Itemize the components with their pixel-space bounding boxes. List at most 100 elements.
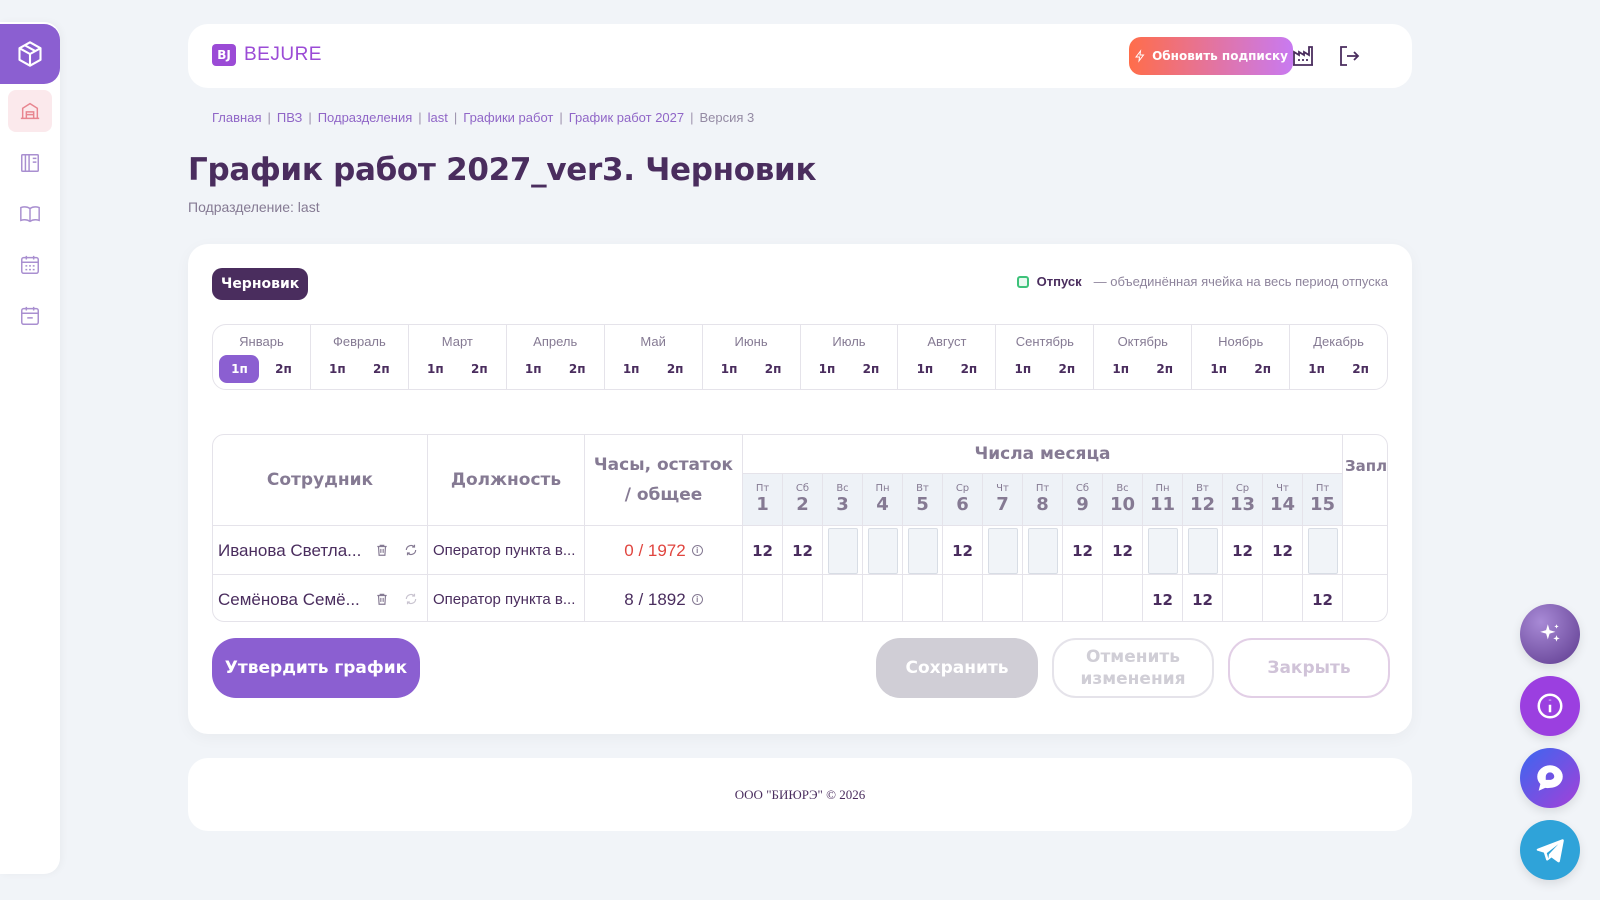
refresh-icon[interactable] — [403, 542, 419, 558]
half-month-tab[interactable]: 2п — [1145, 355, 1185, 383]
half-month-tab[interactable]: 2п — [263, 355, 303, 383]
trash-icon[interactable] — [374, 542, 390, 558]
info-button[interactable] — [1520, 676, 1580, 736]
day-cell[interactable] — [1063, 575, 1103, 621]
close-button[interactable]: Закрыть — [1228, 638, 1390, 698]
breadcrumb-home[interactable]: Главная — [212, 110, 261, 125]
day-cell[interactable]: 12 — [783, 526, 823, 575]
save-button[interactable]: Сохранить — [876, 638, 1038, 698]
day-cell[interactable]: 12 — [743, 526, 783, 575]
day-cell[interactable]: 12 — [1063, 526, 1103, 575]
factory-icon[interactable] — [1290, 43, 1316, 69]
trash-icon[interactable] — [374, 591, 390, 607]
day-cell[interactable]: 12 — [1303, 575, 1343, 621]
chat-button[interactable] — [1520, 748, 1580, 808]
position-label: Оператор пункта в... — [433, 542, 576, 559]
half-month-tab[interactable]: 1п — [415, 355, 455, 383]
breadcrumb-division[interactable]: last — [428, 110, 448, 125]
upgrade-subscription-button[interactable]: Обновить подписку — [1129, 37, 1293, 75]
half-month-tab[interactable]: 1п — [1003, 355, 1043, 383]
day-cell[interactable] — [1263, 575, 1303, 621]
month-name: Январь — [239, 334, 284, 349]
day-header: Пн 11 — [1143, 474, 1183, 525]
half-month-tab[interactable]: 1п — [709, 355, 749, 383]
day-cell[interactable] — [1023, 526, 1063, 575]
day-cell[interactable] — [1023, 575, 1063, 621]
half-month-tab[interactable]: 2п — [459, 355, 499, 383]
half-month-tab[interactable]: 1п — [611, 355, 651, 383]
half-month-tab[interactable]: 2п — [949, 355, 989, 383]
day-cell[interactable] — [983, 575, 1023, 621]
day-cell[interactable] — [1223, 575, 1263, 621]
day-cell[interactable] — [903, 526, 943, 575]
cube-logo-icon[interactable] — [0, 24, 60, 84]
day-cell[interactable]: 12 — [1223, 526, 1263, 575]
day-cell[interactable] — [903, 575, 943, 621]
day-cell[interactable]: 12 — [1183, 575, 1223, 621]
day-cell[interactable] — [863, 575, 903, 621]
day-cell[interactable] — [1143, 526, 1183, 575]
day-cell[interactable]: 12 — [943, 526, 983, 575]
info-icon[interactable]: i — [691, 545, 703, 556]
half-month-tab[interactable]: 1п — [513, 355, 553, 383]
half-month-tab[interactable]: 2п — [1243, 355, 1283, 383]
half-month-tab[interactable]: 2п — [1047, 355, 1087, 383]
half-month-tab[interactable]: 1п — [807, 355, 847, 383]
sidebar-item-library[interactable] — [8, 142, 52, 184]
half-month-tab[interactable]: 1п — [1199, 355, 1239, 383]
day-cell[interactable] — [783, 575, 823, 621]
logout-icon[interactable] — [1336, 43, 1362, 69]
legend-label: Отпуск — [1036, 274, 1082, 289]
half-month-tab[interactable]: 1п — [219, 355, 260, 383]
cancel-changes-button[interactable]: Отменить изменения — [1052, 638, 1214, 698]
half-month-tab[interactable]: 1п — [1297, 355, 1337, 383]
header-position: Должность — [428, 435, 585, 525]
employee-name[interactable]: Иванова Светла... — [213, 541, 361, 561]
half-month-tab[interactable]: 1п — [1101, 355, 1141, 383]
day-cell[interactable] — [943, 575, 983, 621]
day-cell[interactable] — [1303, 526, 1343, 575]
day-cell[interactable] — [863, 526, 903, 575]
refresh-icon[interactable] — [403, 591, 419, 607]
weekday-label: Пт — [1315, 483, 1330, 494]
half-month-tab[interactable]: 2п — [1341, 355, 1381, 383]
day-cell[interactable]: 12 — [1263, 526, 1303, 575]
day-cell[interactable] — [823, 526, 863, 575]
day-number: 12 — [1189, 494, 1216, 515]
breadcrumb-pvz[interactable]: ПВЗ — [277, 110, 302, 125]
info-icon[interactable]: i — [691, 594, 703, 605]
month-name: Ноябрь — [1218, 334, 1264, 349]
brand-logo[interactable]: BJ BEJURE — [212, 44, 322, 66]
half-month-tab[interactable]: 2п — [557, 355, 597, 383]
sidebar-item-warehouse[interactable] — [8, 90, 52, 132]
half-month-tab[interactable]: 1п — [905, 355, 945, 383]
telegram-button[interactable] — [1520, 820, 1580, 880]
breadcrumb-schedules[interactable]: Графики работ — [463, 110, 553, 125]
day-cell[interactable] — [823, 575, 863, 621]
sidebar-item-schedule[interactable] — [8, 244, 52, 286]
half-month-tab[interactable]: 1п — [317, 355, 357, 383]
ai-assistant-button[interactable] — [1520, 604, 1580, 664]
sparkle-icon — [1540, 624, 1560, 642]
employee-name[interactable]: Семёнова Семё... — [213, 590, 360, 610]
day-off-box — [987, 527, 1018, 574]
breadcrumb-divisions[interactable]: Подразделения — [318, 110, 413, 125]
hours-cell: 8 / 1892 i — [585, 575, 743, 621]
sidebar-item-book[interactable] — [8, 193, 52, 235]
employee-cell: Семёнова Семё... — [213, 575, 428, 621]
day-cell[interactable]: 12 — [1143, 575, 1183, 621]
half-month-tab[interactable]: 2п — [361, 355, 401, 383]
month-3: Март 1п 2п — [409, 325, 507, 389]
day-cell[interactable] — [743, 575, 783, 621]
breadcrumb-version: Версия 3 — [699, 110, 755, 125]
day-cell[interactable] — [1103, 575, 1143, 621]
day-cell[interactable] — [983, 526, 1023, 575]
approve-schedule-button[interactable]: Утвердить график — [212, 638, 420, 698]
half-month-tab[interactable]: 2п — [753, 355, 793, 383]
day-cell[interactable]: 12 — [1103, 526, 1143, 575]
sidebar-item-calendar[interactable] — [8, 295, 52, 337]
breadcrumb-schedule[interactable]: График работ 2027 — [569, 110, 684, 125]
half-month-tab[interactable]: 2п — [851, 355, 891, 383]
half-month-tab[interactable]: 2п — [655, 355, 695, 383]
day-cell[interactable] — [1183, 526, 1223, 575]
